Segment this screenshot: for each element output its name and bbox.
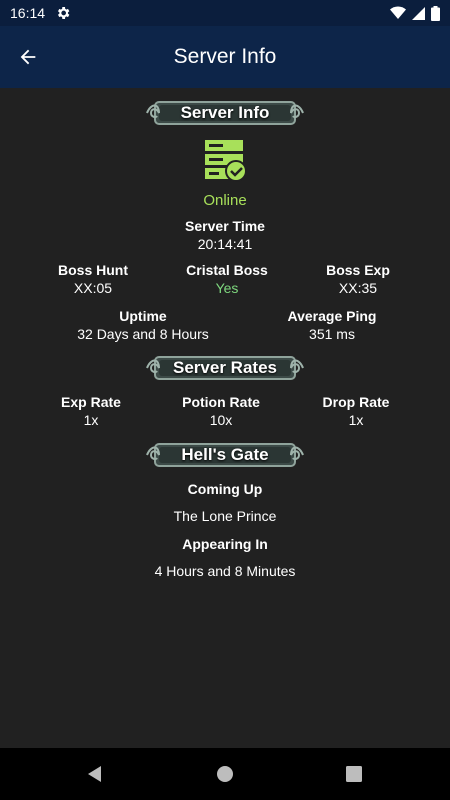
potion-rate-label: Potion Rate: [182, 394, 260, 410]
nav-back-icon[interactable]: [83, 762, 107, 786]
server-info-banner-label: Server Info: [180, 103, 270, 122]
nav-home-icon[interactable]: [213, 762, 237, 786]
drop-rate-value: 1x: [348, 412, 364, 428]
average-ping-value: 351 ms: [309, 326, 355, 342]
settings-gear-icon: [58, 7, 70, 19]
status-bar: 16:14: [0, 0, 450, 26]
status-icons: [390, 5, 440, 21]
exp-rate-value: 1x: [83, 412, 99, 428]
uptime: Uptime 32 Days and 8 Hours: [68, 308, 218, 342]
hells-gate-banner-label: Hell's Gate: [181, 445, 269, 464]
page-title: Server Info: [173, 45, 277, 68]
exp-rate-label: Exp Rate: [61, 394, 121, 410]
boss-exp-label: Boss Exp: [326, 262, 390, 278]
server-info-content: Server Info Online Server Time 20:14:41 …: [0, 88, 450, 748]
arrow-left-icon: [20, 49, 36, 65]
uptime-label: Uptime: [119, 308, 167, 324]
server-time-value: 20:14:41: [197, 236, 253, 252]
back-button[interactable]: [0, 26, 56, 88]
signal-icon: [412, 6, 425, 20]
boss-hunt-value: XX:05: [73, 280, 113, 296]
system-nav-bar: [0, 748, 450, 800]
cristal-boss-label: Cristal Boss: [186, 262, 268, 278]
average-ping-label: Average Ping: [287, 308, 377, 324]
server-info-banner: Server Info: [145, 98, 305, 128]
exp-rate: Exp Rate 1x: [16, 394, 166, 428]
cristal-boss-value: Yes: [215, 280, 239, 296]
server-online-icon: [205, 140, 247, 182]
server-rates-banner-label: Server Rates: [173, 358, 277, 377]
average-ping: Average Ping 351 ms: [257, 308, 407, 342]
drop-rate: Drop Rate 1x: [281, 394, 431, 428]
server-rates-banner: Server Rates: [145, 353, 305, 383]
boss-exp: Boss Exp XX:35: [283, 262, 433, 296]
battery-icon: [431, 5, 440, 21]
potion-rate-value: 10x: [209, 412, 233, 428]
boss-hunt-label: Boss Hunt: [58, 262, 128, 278]
nav-recents-icon[interactable]: [342, 762, 366, 786]
potion-rate: Potion Rate 10x: [146, 394, 296, 428]
drop-rate-label: Drop Rate: [322, 394, 390, 410]
app-bar: Server Info: [0, 26, 450, 88]
uptime-value: 32 Days and 8 Hours: [77, 326, 209, 342]
server-time-label: Server Time: [185, 218, 265, 234]
coming-up-value: The Lone Prince: [173, 508, 277, 524]
boss-hunt: Boss Hunt XX:05: [18, 262, 168, 296]
appearing-in-label: Appearing In: [182, 536, 268, 552]
status-time: 16:14: [10, 5, 46, 21]
appearing-in-value: 4 Hours and 8 Minutes: [154, 563, 296, 579]
boss-exp-value: XX:35: [338, 280, 378, 296]
hells-gate-banner: Hell's Gate: [145, 440, 305, 470]
coming-up-label: Coming Up: [187, 481, 263, 497]
server-status: Online: [203, 192, 247, 209]
cristal-boss: Cristal Boss Yes: [152, 262, 302, 296]
wifi-icon: [390, 6, 406, 19]
